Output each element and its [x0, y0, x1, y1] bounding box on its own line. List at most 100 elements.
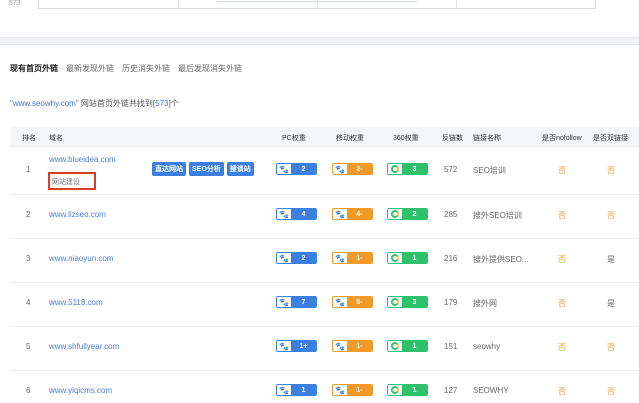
- seo-analysis-button[interactable]: SEO分析: [189, 162, 224, 176]
- s360-weight-badge: 1: [387, 340, 428, 352]
- row-domain-link[interactable]: www.5118.com: [49, 298, 103, 307]
- row-nofollow: 否: [558, 387, 566, 396]
- row-backlinks: 216: [444, 254, 458, 263]
- tab-last-found-lost-links[interactable]: 最后发现消失外链: [178, 63, 242, 77]
- mobile-weight-badge: 🐾 5-: [332, 296, 373, 308]
- row-domain-link[interactable]: www.niaoyun.com: [49, 254, 113, 263]
- row-anchor-text: seowhy: [473, 342, 501, 351]
- s360-weight-badge: 3: [387, 163, 428, 175]
- row-domain-link[interactable]: www.yiqicms.com: [49, 386, 112, 395]
- row-double-link: 否: [607, 166, 615, 175]
- row-backlinks: 179: [444, 298, 458, 307]
- s360-weight-badge: 1: [387, 384, 428, 396]
- mobile-weight-value: 4-: [347, 209, 372, 219]
- table-row: 1 www.blueidea.com 直达网站 SEO分析 搜谈站 网站建设 🐾…: [10, 147, 639, 195]
- table-row: 3 www.niaoyun.com 🐾 2 🐾 1- 1 216 搜外提供SEO..…: [10, 239, 639, 283]
- row-domain-link[interactable]: www.blueidea.com: [49, 155, 116, 164]
- row-double-link: 是: [607, 299, 615, 308]
- paw-icon: 🐾: [333, 253, 347, 263]
- table-header: 排名 域名 PC权重 移动权重 360权重 反链数 链接名称 是否nofollo…: [10, 127, 639, 147]
- col-pc-weight: PC权重: [282, 135, 306, 142]
- paw-icon: 🐾: [277, 297, 291, 307]
- row-rank: 4: [26, 298, 31, 307]
- row-rank: 2: [26, 210, 31, 219]
- row-anchor-text: SEOWHY: [473, 386, 509, 395]
- paw-icon: 🐾: [333, 341, 347, 351]
- pc-weight-badge: 🐾 1: [276, 384, 317, 396]
- s360-weight-badge: 3: [387, 296, 428, 308]
- result-summary: "www.seowhy.com" 网站首页外链共找到[573]个: [10, 98, 179, 109]
- paw-icon: 🐾: [333, 209, 347, 219]
- col-backlinks: 反链数: [442, 135, 463, 142]
- mobile-weight-value: 5-: [347, 297, 372, 307]
- ring-icon: [388, 253, 402, 263]
- paw-icon: 🐾: [277, 164, 291, 174]
- row-backlinks: 285: [444, 210, 458, 219]
- pc-weight-badge: 🐾 2: [276, 163, 317, 175]
- paw-icon: 🐾: [277, 341, 291, 351]
- s360-weight-badge: 2: [387, 208, 428, 220]
- table-row: 6 www.yiqicms.com 🐾 1 🐾 1- 1 127 SEOWHY 否 …: [10, 371, 639, 403]
- table-row: 2 www.lizseo.com 🐾 4 🐾 4- 2 285 搜外SEO培训 否 …: [10, 195, 639, 239]
- row-nofollow: 否: [558, 166, 566, 175]
- row-nofollow: 否: [558, 255, 566, 264]
- row-rank: 6: [26, 386, 31, 395]
- row-backlinks: 572: [444, 165, 458, 174]
- mobile-weight-badge: 🐾 1-: [332, 252, 373, 264]
- pc-weight-value: 1: [291, 385, 316, 395]
- pc-weight-badge: 🐾 7: [276, 296, 317, 308]
- s360-weight-value: 1: [402, 385, 427, 395]
- chart-plot-area: [38, 0, 596, 9]
- tab-newly-found-links[interactable]: 最新发现外链: [66, 63, 114, 77]
- mobile-weight-value: 1-: [347, 385, 372, 395]
- col-anchor-text: 链接名称: [473, 135, 501, 142]
- chart-series-line: [217, 1, 417, 2]
- backlinks-table: 排名 域名 PC权重 移动权重 360权重 反链数 链接名称 是否nofollo…: [10, 127, 639, 403]
- row-rank: 1: [26, 165, 31, 174]
- s360-weight-value: 1: [402, 253, 427, 263]
- col-360-weight: 360权重: [393, 135, 419, 142]
- col-rank: 排名: [22, 135, 36, 142]
- paw-icon: 🐾: [333, 164, 347, 174]
- pc-weight-value: 2: [291, 253, 316, 263]
- row-anchor-text: 搜外SEO培训: [473, 211, 522, 220]
- col-domain: 域名: [49, 135, 63, 142]
- trend-chart-card: 573: [0, 0, 639, 38]
- row-double-link: 否: [607, 211, 615, 220]
- row-nofollow: 否: [558, 211, 566, 220]
- row-domain-link[interactable]: www.shfullyear.com: [49, 342, 119, 351]
- row-double-link: 是: [607, 255, 615, 264]
- pc-weight-badge: 🐾 4: [276, 208, 317, 220]
- row-anchor-text: 搜外网: [473, 299, 497, 308]
- summary-count: 573: [155, 99, 169, 108]
- tab-current-homepage-links[interactable]: 现有首页外链: [10, 63, 58, 77]
- row-double-link: 否: [607, 387, 615, 396]
- table-row: 5 www.shfullyear.com 🐾 1+ 🐾 1- 1 151 seowh…: [10, 327, 639, 371]
- mobile-weight-badge: 🐾 1-: [332, 384, 373, 396]
- mobile-weight-badge: 🐾 4-: [332, 208, 373, 220]
- row-rank: 3: [26, 254, 31, 263]
- row-domain-link[interactable]: www.lizseo.com: [49, 210, 106, 219]
- backlink-tabs: 现有首页外链 最新发现外链 历史消失外链 最后发现消失外链: [10, 63, 242, 77]
- backlinks-panel: 现有首页外链 最新发现外链 历史消失外链 最后发现消失外链 "www.seowh…: [0, 44, 639, 403]
- table-row: 4 www.5118.com 🐾 7 🐾 5- 3 179 搜外网 否 是: [10, 283, 639, 327]
- row-nofollow: 否: [558, 299, 566, 308]
- highlight-box: 网站建设: [48, 172, 96, 190]
- row-double-link: 否: [607, 343, 615, 352]
- summary-text: 网站首页外链共找到[: [78, 99, 156, 108]
- visit-site-button[interactable]: 直达网站: [152, 162, 186, 176]
- pc-weight-value: 7: [291, 297, 316, 307]
- tab-historically-lost-links[interactable]: 历史消失外链: [122, 63, 170, 77]
- mobile-weight-value: 1-: [347, 253, 372, 263]
- pc-weight-value: 4: [291, 209, 316, 219]
- search-site-button[interactable]: 搜谈站: [226, 162, 254, 176]
- paw-icon: 🐾: [277, 253, 291, 263]
- chart-axis-value: 573: [9, 0, 21, 7]
- mobile-weight-value: 2-: [347, 164, 372, 174]
- mobile-weight-badge: 🐾 2-: [332, 163, 373, 175]
- row-backlinks: 127: [444, 386, 458, 395]
- paw-icon: 🐾: [277, 209, 291, 219]
- col-double-link: 是否双链接: [593, 135, 628, 142]
- paw-icon: 🐾: [333, 385, 347, 395]
- pc-weight-badge: 🐾 1+: [276, 340, 317, 352]
